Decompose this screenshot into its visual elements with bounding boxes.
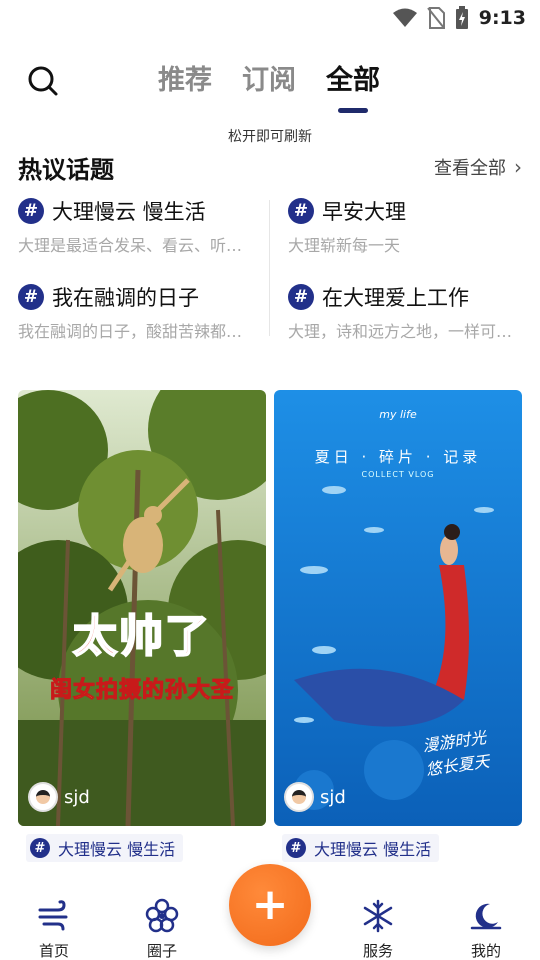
topic-title-row: # 我在融调的日子 bbox=[18, 282, 199, 312]
status-icons: 9:13 bbox=[392, 6, 526, 30]
tab-subscribe[interactable]: 订阅 bbox=[242, 58, 296, 97]
nav-label: 我的 bbox=[470, 942, 501, 960]
hashtag-icon: # bbox=[286, 838, 306, 858]
nav-label: 首页 bbox=[38, 942, 69, 960]
post-topic-tag[interactable]: # 大理慢云 慢生活 bbox=[26, 834, 184, 862]
post-author[interactable]: sjd bbox=[28, 782, 90, 812]
section-title: 热议话题 bbox=[18, 156, 114, 184]
hashtag-icon: # bbox=[18, 284, 44, 310]
plus-icon: + bbox=[251, 879, 289, 930]
flower-icon bbox=[145, 898, 179, 933]
nav-service[interactable]: 服务 bbox=[338, 888, 418, 960]
wind-icon bbox=[38, 900, 68, 931]
topic-title-row: # 大理慢云 慢生活 bbox=[18, 196, 206, 226]
nav-mine[interactable]: 我的 bbox=[446, 888, 526, 960]
overlay-title: 太帅了 bbox=[72, 610, 211, 663]
overlay-subtitle: COLLECT VLOG bbox=[361, 470, 435, 479]
topic-title-row: # 早安大理 bbox=[288, 196, 406, 226]
hot-topics-header: 热议话题 查看全部 › bbox=[18, 150, 522, 186]
topic-title: 大理慢云 慢生活 bbox=[52, 200, 206, 224]
topic-title: 在大理爱上工作 bbox=[322, 286, 469, 310]
hashtag-icon: # bbox=[288, 198, 314, 224]
nav-home[interactable]: 首页 bbox=[14, 888, 94, 960]
topic-title: 我在融调的日子 bbox=[52, 286, 199, 310]
status-bar: 9:13 bbox=[0, 0, 540, 36]
no-sim-icon bbox=[426, 7, 445, 29]
topic-item[interactable]: # 在大理爱上工作 大理，诗和远方之地，一样可以努力工作 bbox=[288, 282, 524, 342]
topic-title: 早安大理 bbox=[322, 200, 406, 224]
post-topic-tag[interactable]: # 大理慢云 慢生活 bbox=[282, 834, 440, 862]
topic-desc: 大理崭新每一天 bbox=[288, 236, 401, 255]
topic-item[interactable]: # 我在融调的日子 我在融调的日子，酸甜苦辣都是回忆 bbox=[18, 282, 254, 342]
post-card[interactable]: my life 夏日 · 碎片 · 记录 COLLECT VLOG 漫游时光 悠… bbox=[274, 390, 522, 826]
topic-title-row: # 在大理爱上工作 bbox=[288, 282, 469, 312]
top-nav: 推荐 订阅 全部 bbox=[0, 50, 540, 113]
overlay-handwriting: 漫游时光 悠长夏天 bbox=[421, 726, 491, 782]
hashtag-icon: # bbox=[288, 284, 314, 310]
avatar-face-icon bbox=[36, 790, 50, 804]
view-all-link[interactable]: 查看全部 › bbox=[434, 154, 522, 180]
nav-label: 服务 bbox=[362, 942, 393, 960]
tag-label: 大理慢云 慢生活 bbox=[58, 840, 176, 859]
avatar-face-icon bbox=[292, 790, 306, 804]
avatar bbox=[28, 782, 58, 812]
avatar bbox=[284, 782, 314, 812]
wifi-icon bbox=[392, 8, 417, 27]
tag-label: 大理慢云 慢生活 bbox=[314, 840, 432, 859]
hashtag-icon: # bbox=[30, 838, 50, 858]
username: sjd bbox=[64, 786, 90, 808]
topic-desc: 我在融调的日子，酸甜苦辣都是回忆 bbox=[18, 322, 254, 341]
overlay-title: 夏日 · 碎片 · 记录 bbox=[314, 448, 482, 466]
post-author[interactable]: sjd bbox=[284, 782, 346, 812]
username: sjd bbox=[320, 786, 346, 808]
topic-item[interactable]: # 早安大理 大理崭新每一天 bbox=[288, 196, 524, 256]
hot-topics-grid: # 大理慢云 慢生活 大理是最适合发呆、看云、听风的地方 # 早安大理 大理崭新… bbox=[18, 196, 524, 352]
search-button[interactable] bbox=[26, 64, 60, 98]
create-post-button[interactable]: + bbox=[229, 864, 311, 946]
overlay-subtitle: 闺女拍摄的孙大圣 bbox=[49, 678, 234, 704]
nav-circle[interactable]: 圈子 bbox=[122, 888, 202, 960]
feed-tabs: 推荐 订阅 全部 bbox=[158, 58, 380, 113]
tab-recommend[interactable]: 推荐 bbox=[158, 58, 212, 97]
post-card[interactable]: 太帅了 闺女拍摄的孙大圣 sjd bbox=[18, 390, 266, 826]
search-icon bbox=[28, 66, 58, 96]
view-all-label: 查看全部 bbox=[434, 158, 506, 179]
divider bbox=[269, 200, 270, 336]
hashtag-icon: # bbox=[18, 198, 44, 224]
topic-item[interactable]: # 大理慢云 慢生活 大理是最适合发呆、看云、听风的地方 bbox=[18, 196, 254, 256]
chevron-right-icon: › bbox=[514, 155, 522, 179]
snowflake-icon bbox=[363, 899, 393, 933]
moon-icon bbox=[470, 903, 502, 930]
battery-charging-icon bbox=[455, 6, 468, 29]
status-time: 9:13 bbox=[478, 7, 526, 29]
topic-desc: 大理是最适合发呆、看云、听风的地方 bbox=[18, 236, 254, 255]
topic-desc: 大理，诗和远方之地，一样可以努力工作 bbox=[288, 322, 524, 341]
overlay-brand: my life bbox=[379, 408, 417, 421]
pull-refresh-tip: 松开即可刷新 bbox=[228, 129, 312, 145]
tab-all[interactable]: 全部 bbox=[326, 58, 380, 113]
nav-label: 圈子 bbox=[146, 942, 177, 960]
